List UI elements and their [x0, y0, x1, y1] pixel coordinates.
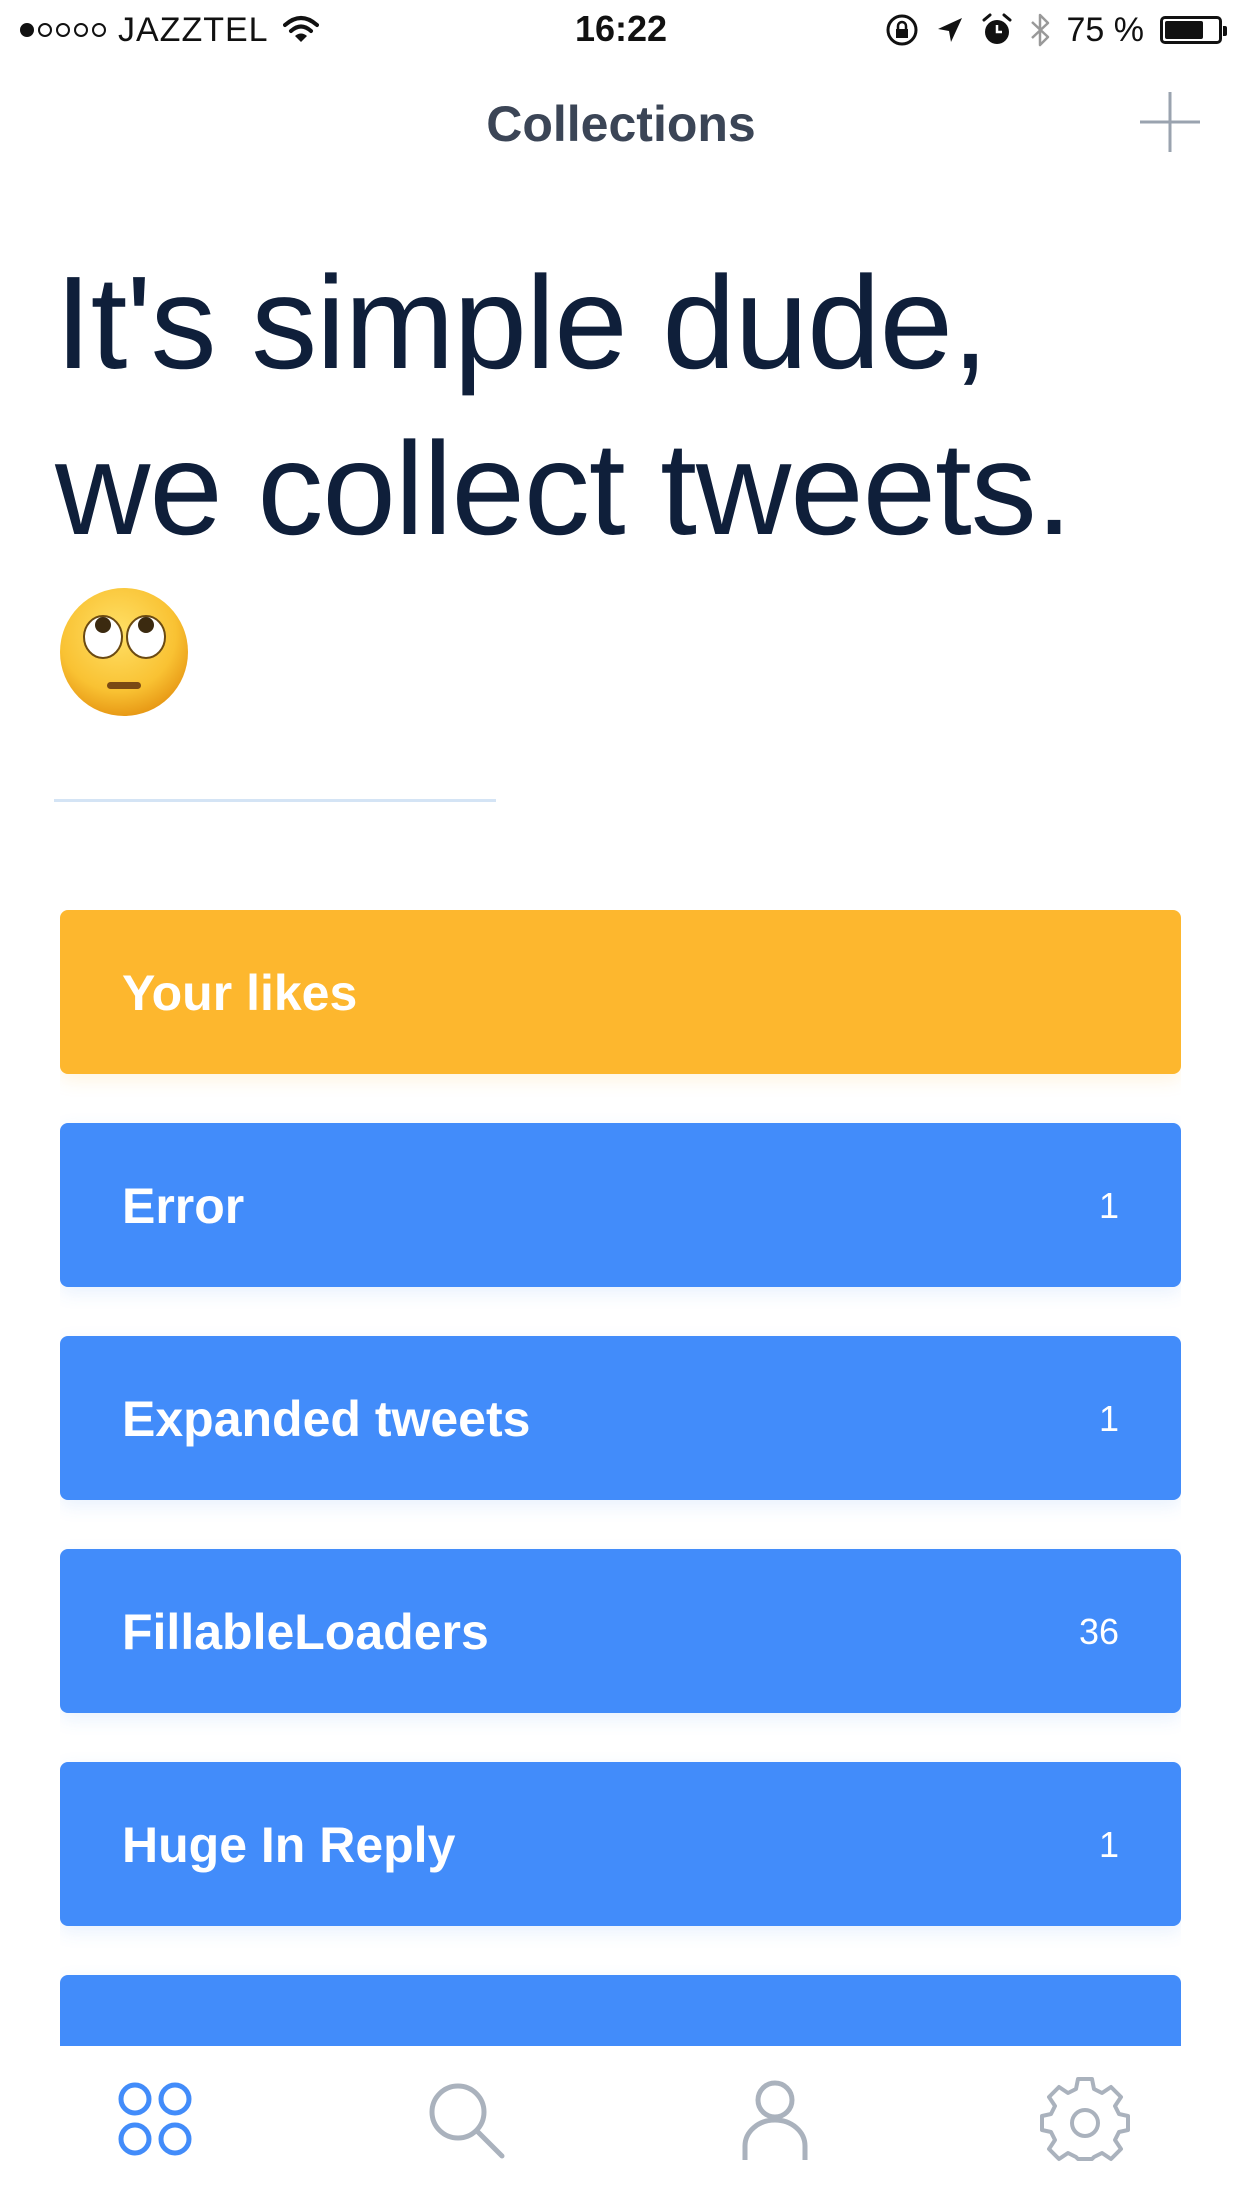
- person-icon[interactable]: [730, 2074, 820, 2164]
- rotation-lock-icon: [886, 14, 917, 46]
- collection-count: 1: [1098, 1824, 1119, 1865]
- status-bar: JAZZTEL 16:22 75 %: [0, 0, 1242, 60]
- collection-item-expanded-tweets[interactable]: Expanded tweets 1: [60, 1336, 1181, 1500]
- tab-bar: [0, 2046, 1242, 2208]
- battery-icon: [1160, 16, 1227, 44]
- face-with-rolling-eyes-icon: [60, 588, 188, 716]
- collection-count: 1: [1098, 1185, 1119, 1226]
- collection-name: Error: [122, 1178, 245, 1234]
- collection-name: Your likes: [122, 965, 358, 1021]
- collection-item-error[interactable]: Error 1: [60, 1123, 1181, 1287]
- headline-line-2: we collect tweets.: [55, 415, 1072, 562]
- alarm-icon: [982, 13, 1011, 44]
- battery-fill: [1165, 21, 1203, 39]
- collection-count: 1: [1098, 1398, 1119, 1439]
- grid-circles-icon[interactable]: [110, 2074, 200, 2164]
- collection-item-partial[interactable]: [60, 1975, 1181, 2050]
- location-arrow-icon: [937, 18, 962, 42]
- headline-divider: [54, 799, 496, 802]
- collection-count: 36: [1078, 1611, 1119, 1652]
- headline-line-1: It's simple dude,: [55, 249, 989, 396]
- gear-icon[interactable]: [1040, 2074, 1130, 2164]
- page-title: Collections: [486, 96, 756, 152]
- collection-name: Expanded tweets: [122, 1391, 531, 1447]
- collections-screen: JAZZTEL 16:22 75 % Collections It's simp…: [0, 0, 1242, 2208]
- collections-list: Your likes Error 1 Expanded tweets 1 Fil…: [60, 910, 1181, 2050]
- collection-name: Huge In Reply: [122, 1817, 456, 1873]
- search-icon[interactable]: [420, 2074, 510, 2164]
- collection-item-fillableloaders[interactable]: FillableLoaders 36: [60, 1549, 1181, 1713]
- status-right: 75 %: [885, 8, 1227, 52]
- bluetooth-icon: [1030, 13, 1049, 47]
- collection-item-huge-in-reply[interactable]: Huge In Reply 1: [60, 1762, 1181, 1926]
- plus-icon[interactable]: [1138, 90, 1202, 154]
- collection-item-your-likes[interactable]: Your likes: [60, 910, 1181, 1074]
- battery-percentage: 75 %: [1066, 10, 1145, 49]
- collection-name: FillableLoaders: [122, 1604, 489, 1660]
- headline: It's simple dude, we collect tweets.: [55, 240, 1205, 572]
